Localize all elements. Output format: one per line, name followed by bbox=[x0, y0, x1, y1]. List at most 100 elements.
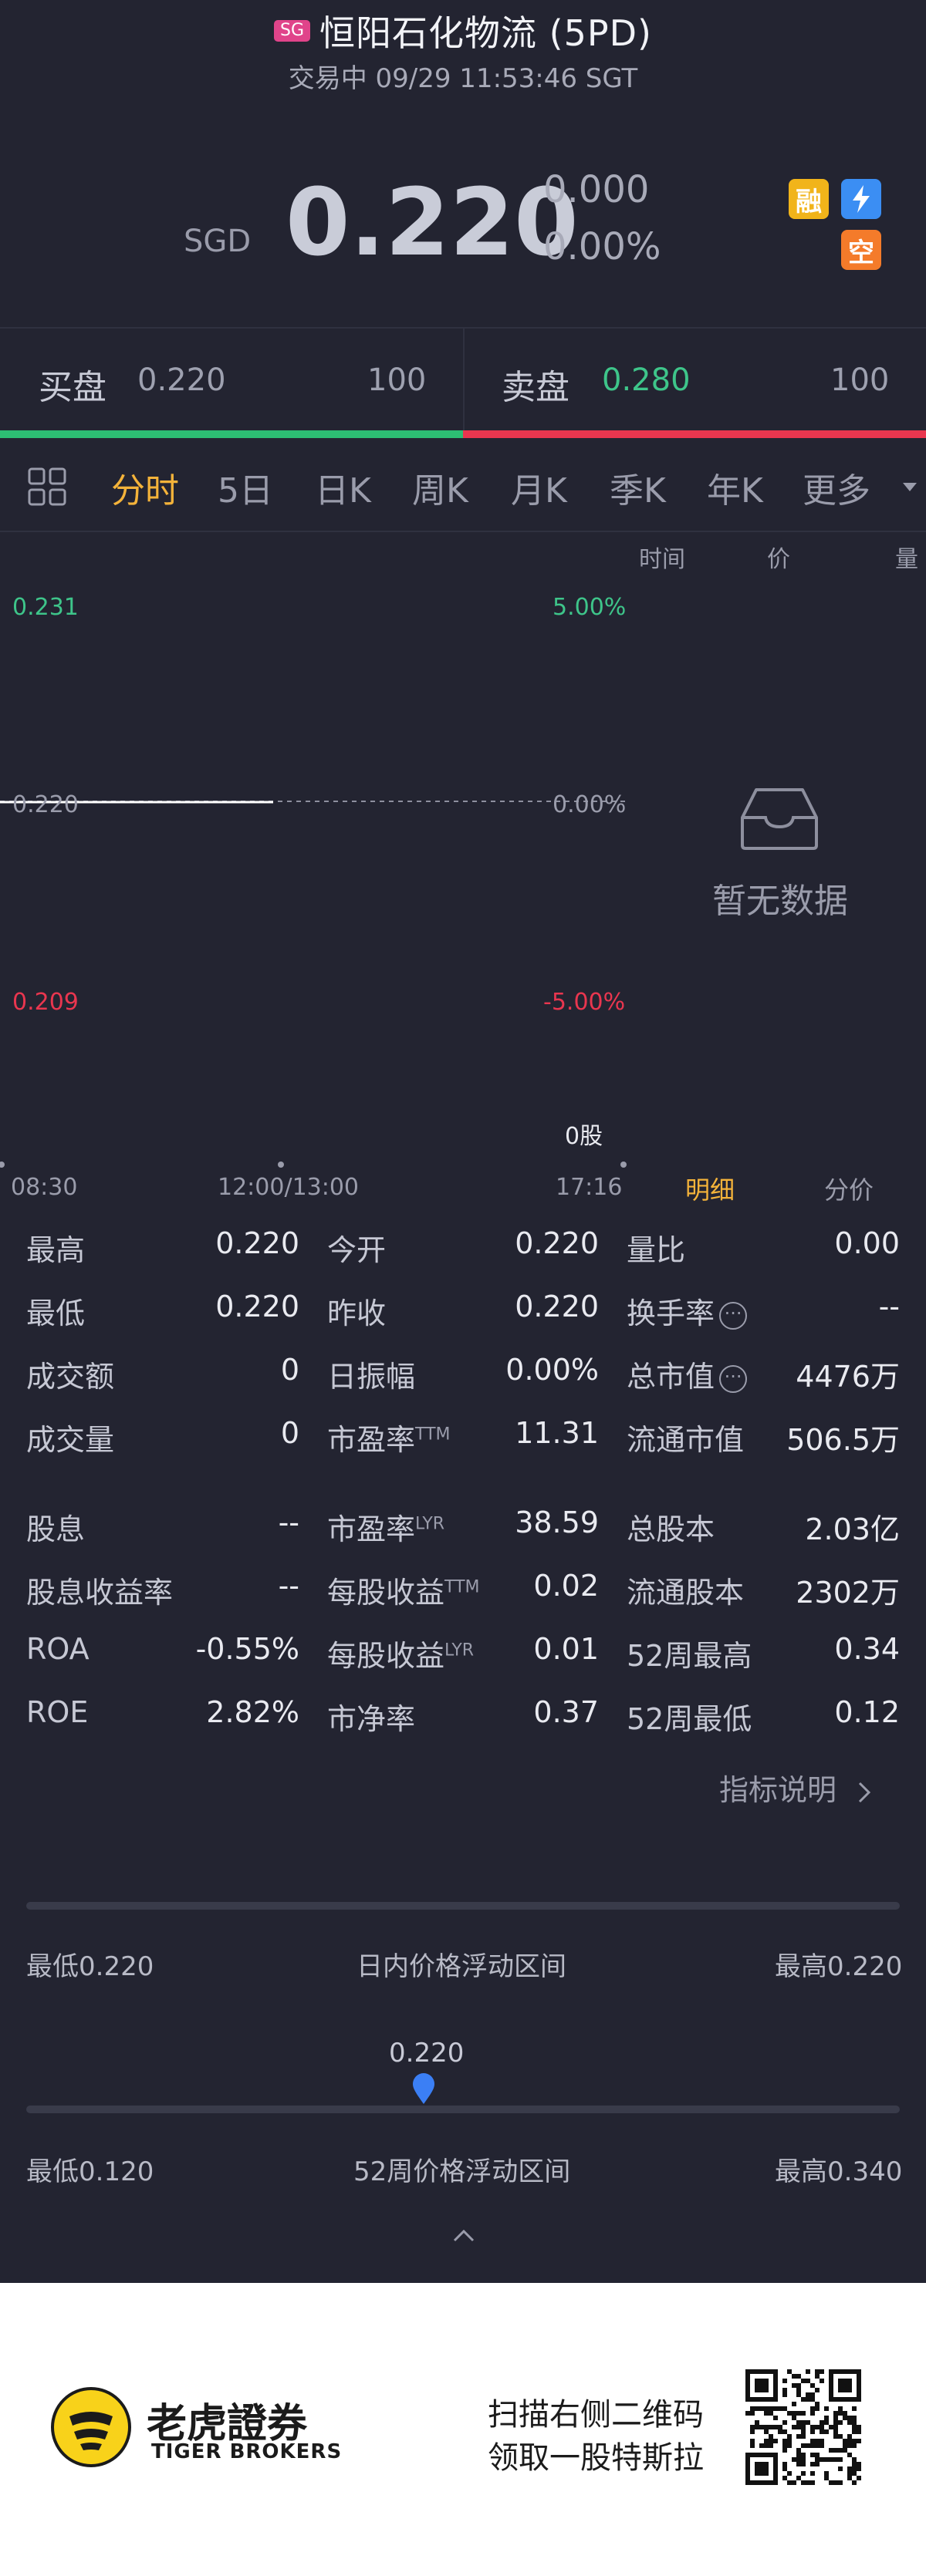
intraday-range-label: 日内价格浮动区间 bbox=[357, 1951, 566, 1982]
market-badge: SG bbox=[274, 20, 311, 42]
intraday-chart[interactable] bbox=[0, 532, 633, 1211]
stat-label-text: 流通股本 bbox=[627, 1576, 745, 1610]
chevron-down-icon[interactable] bbox=[901, 481, 918, 494]
stat-label: 成交量 bbox=[26, 1416, 114, 1458]
stat-label-text: 今开 bbox=[327, 1233, 387, 1267]
intraday-high: 最高0.220 bbox=[775, 1951, 903, 1982]
stat-label: 市净率 bbox=[327, 1695, 415, 1738]
stat-value: 0.12 bbox=[834, 1695, 900, 1729]
tiger-logo-icon bbox=[51, 2387, 131, 2467]
bid-price: 0.220 bbox=[137, 362, 226, 398]
stat-value: 2302万 bbox=[796, 1576, 900, 1610]
time-label-break: 12:00/13:00 bbox=[218, 1174, 360, 1201]
bolt-icon bbox=[853, 185, 870, 213]
stat-label: 总股本 bbox=[627, 1505, 715, 1548]
week52-high: 最高0.340 bbox=[775, 2156, 903, 2187]
stat-label-text: 总股本 bbox=[627, 1512, 715, 1546]
more-info-icon[interactable]: ··· bbox=[719, 1364, 748, 1393]
stat-label: 市盈率TTM bbox=[327, 1416, 451, 1458]
stat-label-text: 股息 bbox=[26, 1512, 86, 1546]
tab-monthly-k[interactable]: 月K bbox=[511, 463, 567, 512]
stat-label-text: 成交额 bbox=[26, 1360, 115, 1394]
stat-label-text: 每股收益 bbox=[327, 1576, 445, 1610]
short-tag-icon[interactable]: 空 bbox=[841, 230, 881, 270]
qr-code-icon[interactable] bbox=[745, 2369, 861, 2485]
stat-value: -- bbox=[878, 1290, 900, 1323]
stat-label-text: 每股收益 bbox=[327, 1639, 445, 1673]
stat-label-text: 最低 bbox=[26, 1296, 86, 1330]
time-label-close: 17:16 bbox=[556, 1174, 623, 1201]
y-axis-high: 0.231 bbox=[12, 594, 79, 621]
pct-axis-high: 5.00% bbox=[553, 594, 627, 621]
stat-label-text: 量比 bbox=[627, 1233, 686, 1267]
intraday-range-bar bbox=[26, 1902, 900, 1910]
chevron-up-icon[interactable] bbox=[452, 2227, 475, 2243]
bid-strength-bar bbox=[0, 430, 463, 438]
brand-name-en: TIGER BROKERS bbox=[151, 2440, 343, 2463]
ask-label: 卖盘 bbox=[502, 368, 569, 407]
promo-line-2: 领取一股特斯拉 bbox=[488, 2440, 704, 2476]
tab-daily-k[interactable]: 日K bbox=[315, 463, 371, 512]
stat-label: ROA bbox=[26, 1632, 90, 1666]
intraday-low: 最低0.220 bbox=[26, 1951, 154, 1982]
lightning-icon[interactable] bbox=[841, 179, 881, 219]
stat-label-text: ROA bbox=[26, 1632, 90, 1666]
stat-label: ROE bbox=[26, 1695, 88, 1729]
chart-period-tabs: 分时 5日 日K 周K 月K 季K 年K 更多 bbox=[0, 453, 926, 515]
tiger-stripes-icon bbox=[69, 2412, 113, 2450]
stats-grid: 最高 0.220 今开 0.220 量比 0.00 最低 0.220 昨收 0.220 换手率 ···… bbox=[0, 1226, 926, 1766]
stat-value: 0.01 bbox=[533, 1632, 599, 1666]
stat-value: -- bbox=[278, 1505, 299, 1539]
stat-value: 0.02 bbox=[533, 1569, 599, 1603]
stat-label-text: 流通市值 bbox=[627, 1423, 745, 1457]
stat-label: 每股收益LYR bbox=[327, 1632, 474, 1674]
stat-label-suffix: TTM bbox=[415, 1425, 451, 1445]
no-data-message: 暂无数据 bbox=[712, 882, 848, 921]
y-axis-low: 0.209 bbox=[12, 989, 79, 1016]
tab-price-distribution[interactable]: 分价 bbox=[824, 1171, 874, 1206]
stat-label: 日振幅 bbox=[327, 1353, 415, 1395]
stat-label: 每股收益TTM bbox=[327, 1569, 480, 1611]
margin-tag-icon[interactable]: 融 bbox=[789, 179, 829, 219]
stat-label-text: ROE bbox=[26, 1695, 89, 1729]
trading-status: 交易中 09/29 11:53:46 SGT bbox=[288, 63, 638, 94]
stat-value: 2.82% bbox=[206, 1695, 299, 1729]
y-axis-mid: 0.220 bbox=[12, 791, 79, 818]
stat-label: 市盈率LYR bbox=[327, 1505, 444, 1548]
col-volume: 量 bbox=[895, 546, 918, 573]
tab-yearly-k[interactable]: 年K bbox=[707, 463, 763, 512]
tab-more[interactable]: 更多 bbox=[803, 463, 870, 512]
stat-label-suffix: TTM bbox=[444, 1577, 480, 1597]
header-title-row: SG 恒阳石化物流 (5PD) bbox=[0, 8, 926, 54]
stat-label-text: 成交量 bbox=[26, 1423, 115, 1457]
stat-value: 38.59 bbox=[515, 1505, 599, 1539]
stat-label: 成交额 bbox=[26, 1353, 114, 1395]
stat-value: -- bbox=[278, 1569, 299, 1603]
tab-weekly-k[interactable]: 周K bbox=[412, 463, 468, 512]
ask-price: 0.280 bbox=[602, 362, 691, 398]
tab-quarterly-k[interactable]: 季K bbox=[610, 463, 666, 512]
stat-value: 0.220 bbox=[215, 1290, 299, 1323]
stat-label-suffix: LYR bbox=[444, 1640, 475, 1661]
tab-intraday[interactable]: 分时 bbox=[111, 463, 179, 512]
stat-label: 总市值 ··· bbox=[627, 1353, 748, 1395]
inbox-icon bbox=[741, 788, 818, 850]
stat-value: 0.220 bbox=[515, 1290, 599, 1323]
tab-detail[interactable]: 明细 bbox=[685, 1171, 735, 1206]
stat-label: 昨收 bbox=[327, 1290, 386, 1332]
indicator-link-label: 指标说明 bbox=[719, 1773, 837, 1807]
stat-value: 0.00% bbox=[505, 1353, 599, 1387]
stat-value: 0 bbox=[280, 1416, 299, 1450]
stat-label-text: 最高 bbox=[26, 1233, 86, 1267]
pct-axis-low: -5.00% bbox=[543, 989, 626, 1016]
stat-value: 0.220 bbox=[515, 1226, 599, 1260]
more-info-icon[interactable]: ··· bbox=[719, 1301, 748, 1330]
indicator-explain-link[interactable]: 指标说明 bbox=[719, 1766, 874, 1809]
stat-label: 今开 bbox=[327, 1226, 386, 1269]
location-marker-icon bbox=[413, 2073, 435, 2104]
axis-dot bbox=[0, 1162, 5, 1168]
stat-value: 0.37 bbox=[533, 1695, 599, 1729]
current-price-marker-label: 0.220 bbox=[389, 2038, 465, 2069]
grid-icon[interactable] bbox=[28, 467, 66, 506]
tab-5day[interactable]: 5日 bbox=[218, 463, 273, 512]
